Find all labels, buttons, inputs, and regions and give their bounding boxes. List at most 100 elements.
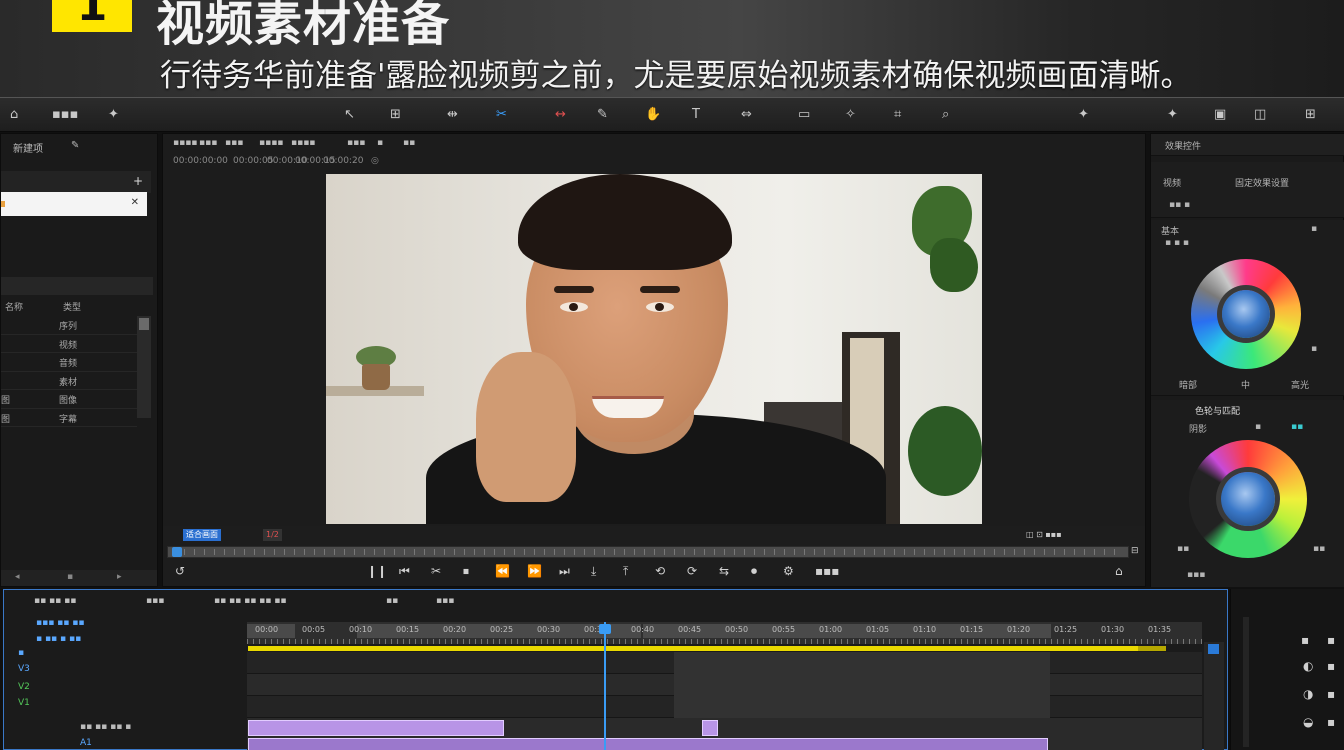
close-icon[interactable]: ✕ [131,197,139,208]
undo-icon[interactable]: ⟲ [655,564,665,578]
more-icon[interactable]: ▪▪▪ [815,564,839,578]
fixed-effects-label[interactable]: 固定效果设置 [1235,176,1289,189]
hand-tool-icon[interactable]: ✋ [645,107,661,123]
crop-icon[interactable]: ⌗ [894,107,901,123]
slip-tool-icon[interactable]: ↔ [555,107,566,123]
timeline-ruler[interactable]: 00:00 00:05 00:10 00:15 00:20 00:25 00:30 00:35… [247,622,1202,644]
project-bin-row[interactable]: + [1,171,151,193]
fit-dropdown[interactable]: 适合画面 [183,529,221,541]
monitor-tab[interactable]: ▪ [377,138,383,148]
audio-clip[interactable] [248,738,1048,750]
timeline-header-item[interactable]: ▪▪ [386,596,398,606]
list-item[interactable]: 序列 [1,316,137,335]
meter-dot-icon[interactable]: ▪ [1301,633,1309,647]
monitor-tab[interactable]: ▪▪▪ [199,138,217,148]
audio-track-label[interactable]: A1 [80,738,92,748]
zoom-icon[interactable]: ⊟ [1131,546,1139,556]
section-handle-icon[interactable]: ▪ [1311,344,1317,354]
color-match-title[interactable]: 色轮与匹配 [1195,404,1240,417]
next-frame-icon[interactable]: ⏭ [559,564,570,578]
timeline-header-item[interactable]: ▪▪▪ [436,596,454,606]
ripple-edit-icon[interactable]: ⇹ [447,107,458,123]
list-item[interactable]: 素材 [1,372,137,390]
record-icon[interactable]: ◒ [1303,715,1313,729]
work-area-end[interactable] [1138,646,1166,651]
next-icon[interactable]: ▸ [117,572,122,582]
swap-icon[interactable]: ⇆ [719,564,729,578]
scrubber-playhead[interactable] [172,547,182,557]
color-wheel-center[interactable] [1222,290,1270,338]
scrollbar-thumb[interactable] [139,318,149,330]
meter-dot-icon[interactable]: ▪ [1327,715,1335,729]
track-select-icon[interactable]: ⊞ [390,107,401,123]
timeline-scrollbar[interactable] [1204,642,1224,750]
effects-video-label[interactable]: 视频 [1163,176,1181,189]
color-wheel-center[interactable] [1221,472,1275,526]
monitor-tab[interactable]: ▪▪▪▪ [173,138,197,148]
track-label-icon[interactable]: V1 [18,698,30,708]
monitor-tab[interactable]: ▪▪▪ [225,138,243,148]
list-item[interactable]: 视频 [1,335,137,353]
track-label-icon[interactable]: V3 [18,664,30,674]
forward-icon[interactable]: ⏩ [527,564,542,578]
rectangle-tool-icon[interactable]: ▭ [798,107,810,123]
playhead-handle[interactable] [599,624,611,634]
scrollbar[interactable] [137,316,151,418]
type-tool-icon[interactable]: T [692,107,700,123]
monitor-tab[interactable]: ▪▪ [403,138,415,148]
list-item[interactable]: 音频 [1,353,137,372]
timeline-playhead[interactable] [604,622,606,750]
pen-tool-icon[interactable]: ✎ [597,107,608,123]
monitor-export-icon[interactable]: ⌂ [1115,564,1123,578]
search-icon[interactable]: ⌕ [942,107,949,123]
panel-icon[interactable]: ▣ [1214,107,1226,123]
settings-icon[interactable]: ⚙ [783,564,794,578]
monitor-tab[interactable]: ▪▪▪▪ [259,138,283,148]
resolution-dropdown[interactable]: 1/2 [263,529,282,541]
section-toggle-icon[interactable]: ▪ [1311,224,1317,234]
pause-icon[interactable]: ❙❙ [367,564,387,578]
track-eye-icon[interactable]: ▪ [18,648,24,658]
loop-icon[interactable]: ↺ [175,564,185,578]
timeline-header-item[interactable]: ▪▪ ▪▪ ▪▪ ▪▪ ▪▪ [214,596,286,606]
insert-icon[interactable]: ⤓ [591,564,596,578]
timeline-header-item[interactable]: ▪▪ ▪▪ ▪▪ [34,596,76,606]
monitor-tab[interactable]: ▪▪▪▪ [291,138,315,148]
meter-dot-icon[interactable]: ▪ [1327,633,1335,647]
cut-icon[interactable]: ✂ [431,564,441,578]
work-area-bar[interactable] [248,646,1166,651]
prev-frame-icon[interactable]: ⏮ [399,564,410,578]
home-icon[interactable]: ⌂ [10,107,18,123]
overwrite-icon[interactable]: ⤒ [623,564,628,578]
monitor-scrubber[interactable] [167,546,1129,558]
video-frame[interactable] [326,174,982,524]
meter-dot-icon[interactable]: ▪ [1327,659,1335,673]
redo-icon[interactable]: ⟳ [687,564,697,578]
magic-icon[interactable]: ✧ [845,107,856,123]
column-name[interactable]: 名称 [5,300,23,313]
record-icon[interactable]: ⏺ [751,564,757,578]
stop-icon[interactable]: ⏹ [463,564,469,578]
add-icon[interactable]: + [133,174,143,188]
track-label-icon[interactable]: V2 [18,682,30,692]
monitor-tab[interactable]: ▪▪▪ [347,138,365,148]
bin-icon[interactable]: ▪ [67,572,73,582]
search-input[interactable]: ✕ [1,192,147,216]
audio-track-controls[interactable]: ▪▪ ▪▪ ▪▪ ▪ [80,722,131,732]
timeline-header-item[interactable]: ▪▪▪ [146,596,164,606]
mute-icon[interactable]: ◑ [1303,687,1313,701]
basic-label[interactable]: 基本 [1161,224,1179,237]
monitor-settings[interactable]: ◫ ⊡ ▪▪▪ [1023,529,1065,541]
video-clip[interactable] [702,720,718,736]
prev-icon[interactable]: ◂ [15,572,20,582]
layout-icon[interactable]: ⊞ [1305,107,1316,123]
file-icons[interactable]: ▪▪▪ [52,107,78,123]
rate-stretch-icon[interactable]: ⇔ [741,107,752,123]
selection-tool-icon[interactable]: ↖ [344,107,355,123]
export-icon[interactable]: ✦ [1167,107,1178,123]
list-item[interactable]: 图 字幕 [1,409,137,427]
pin-icon[interactable]: ✦ [108,107,119,123]
column-type[interactable]: 类型 [63,300,81,313]
track-lock-icon[interactable]: ▪▪▪ ▪▪ ▪▪ [36,618,84,628]
video-clip[interactable] [248,720,504,736]
